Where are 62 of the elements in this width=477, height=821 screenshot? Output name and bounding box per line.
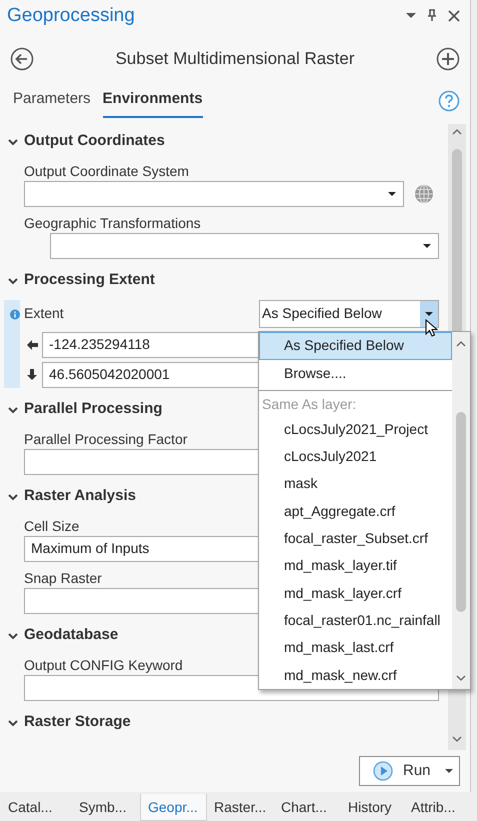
scrollbar-thumb[interactable] (456, 412, 466, 612)
dropdown-option[interactable]: apt_Aggregate.crf (259, 497, 452, 525)
arrow-down-icon (26, 368, 38, 382)
scroll-up-icon[interactable] (452, 128, 462, 135)
field-label: Cell Size (24, 516, 80, 536)
field-label: Geographic Transformations (24, 214, 201, 233)
back-icon[interactable] (10, 46, 34, 71)
field-label: Snap Raster (24, 568, 102, 588)
globe-icon[interactable] (414, 184, 434, 204)
section-header[interactable]: Processing Extent (0, 268, 439, 294)
run-button[interactable]: Run (359, 756, 460, 786)
field-label: Output CONFIG Keyword (24, 656, 183, 675)
chevron-down-icon (8, 630, 18, 641)
dropdown-option[interactable]: md_mask_last.crf (259, 634, 452, 662)
play-icon (373, 761, 393, 782)
panel-title: Geoprocessing (7, 4, 136, 28)
dropdown-option[interactable]: md_mask_new.crf (259, 662, 452, 689)
caret-icon[interactable] (422, 242, 432, 249)
field-label: Extent (23, 304, 65, 324)
dropdown-option[interactable]: focal_raster01.nc_rainfall (259, 606, 452, 634)
chevron-down-icon (8, 492, 18, 502)
scroll-down-icon[interactable] (452, 736, 462, 742)
section-header[interactable]: Raster Storage (0, 710, 439, 736)
dropdown-caret-icon[interactable] (405, 11, 417, 20)
dropdown-option[interactable]: md_mask_layer.crf (259, 579, 452, 607)
caret-icon[interactable] (424, 310, 434, 317)
tab[interactable]: History (341, 794, 404, 821)
tab[interactable]: Raster... (207, 794, 274, 821)
field-label: Parallel Processing Factor (24, 430, 188, 449)
tool-title: Subset Multidimensional Raster (114, 48, 356, 70)
dropdown-field[interactable] (24, 180, 404, 207)
add-icon[interactable] (436, 46, 460, 71)
close-icon[interactable] (448, 10, 460, 22)
caret-icon[interactable] (445, 769, 453, 774)
chevron-down-icon (8, 718, 18, 728)
chevron-down-icon (8, 136, 18, 147)
dropdown-option[interactable]: As Specified Below (259, 332, 452, 360)
extent-dropdown[interactable]: As Specified Below (259, 300, 439, 328)
chevron-down-icon (8, 276, 18, 286)
field-label: Output Coordinate System (24, 162, 189, 181)
tab[interactable]: Attrib... (404, 794, 474, 821)
arrow-left-icon (26, 338, 39, 351)
scroll-up-icon[interactable] (456, 341, 466, 347)
tab[interactable]: Parameters (13, 88, 91, 118)
dropdown-option[interactable]: mask (259, 470, 452, 498)
help-icon[interactable] (438, 90, 460, 112)
scrollbar[interactable] (452, 332, 470, 689)
dropdown-option[interactable]: cLocsJuly2021_Project (259, 415, 452, 443)
pin-icon[interactable] (426, 9, 438, 22)
info-icon (10, 306, 20, 322)
scroll-down-icon[interactable] (456, 675, 466, 681)
tab[interactable]: Chart... (274, 794, 341, 821)
tab[interactable]: Catal... (1, 794, 72, 821)
section-header[interactable]: Output Coordinates (0, 128, 439, 155)
dropdown-option[interactable]: cLocsJuly2021 (259, 442, 452, 470)
tab[interactable]: Geopr... (140, 794, 207, 821)
chevron-down-icon (8, 404, 18, 415)
dropdown-field[interactable] (50, 232, 439, 259)
tab[interactable]: Symb... (72, 794, 140, 821)
dropdown-button[interactable] (420, 300, 438, 327)
tab[interactable]: Environments (102, 88, 203, 118)
caret-icon[interactable] (387, 190, 397, 197)
